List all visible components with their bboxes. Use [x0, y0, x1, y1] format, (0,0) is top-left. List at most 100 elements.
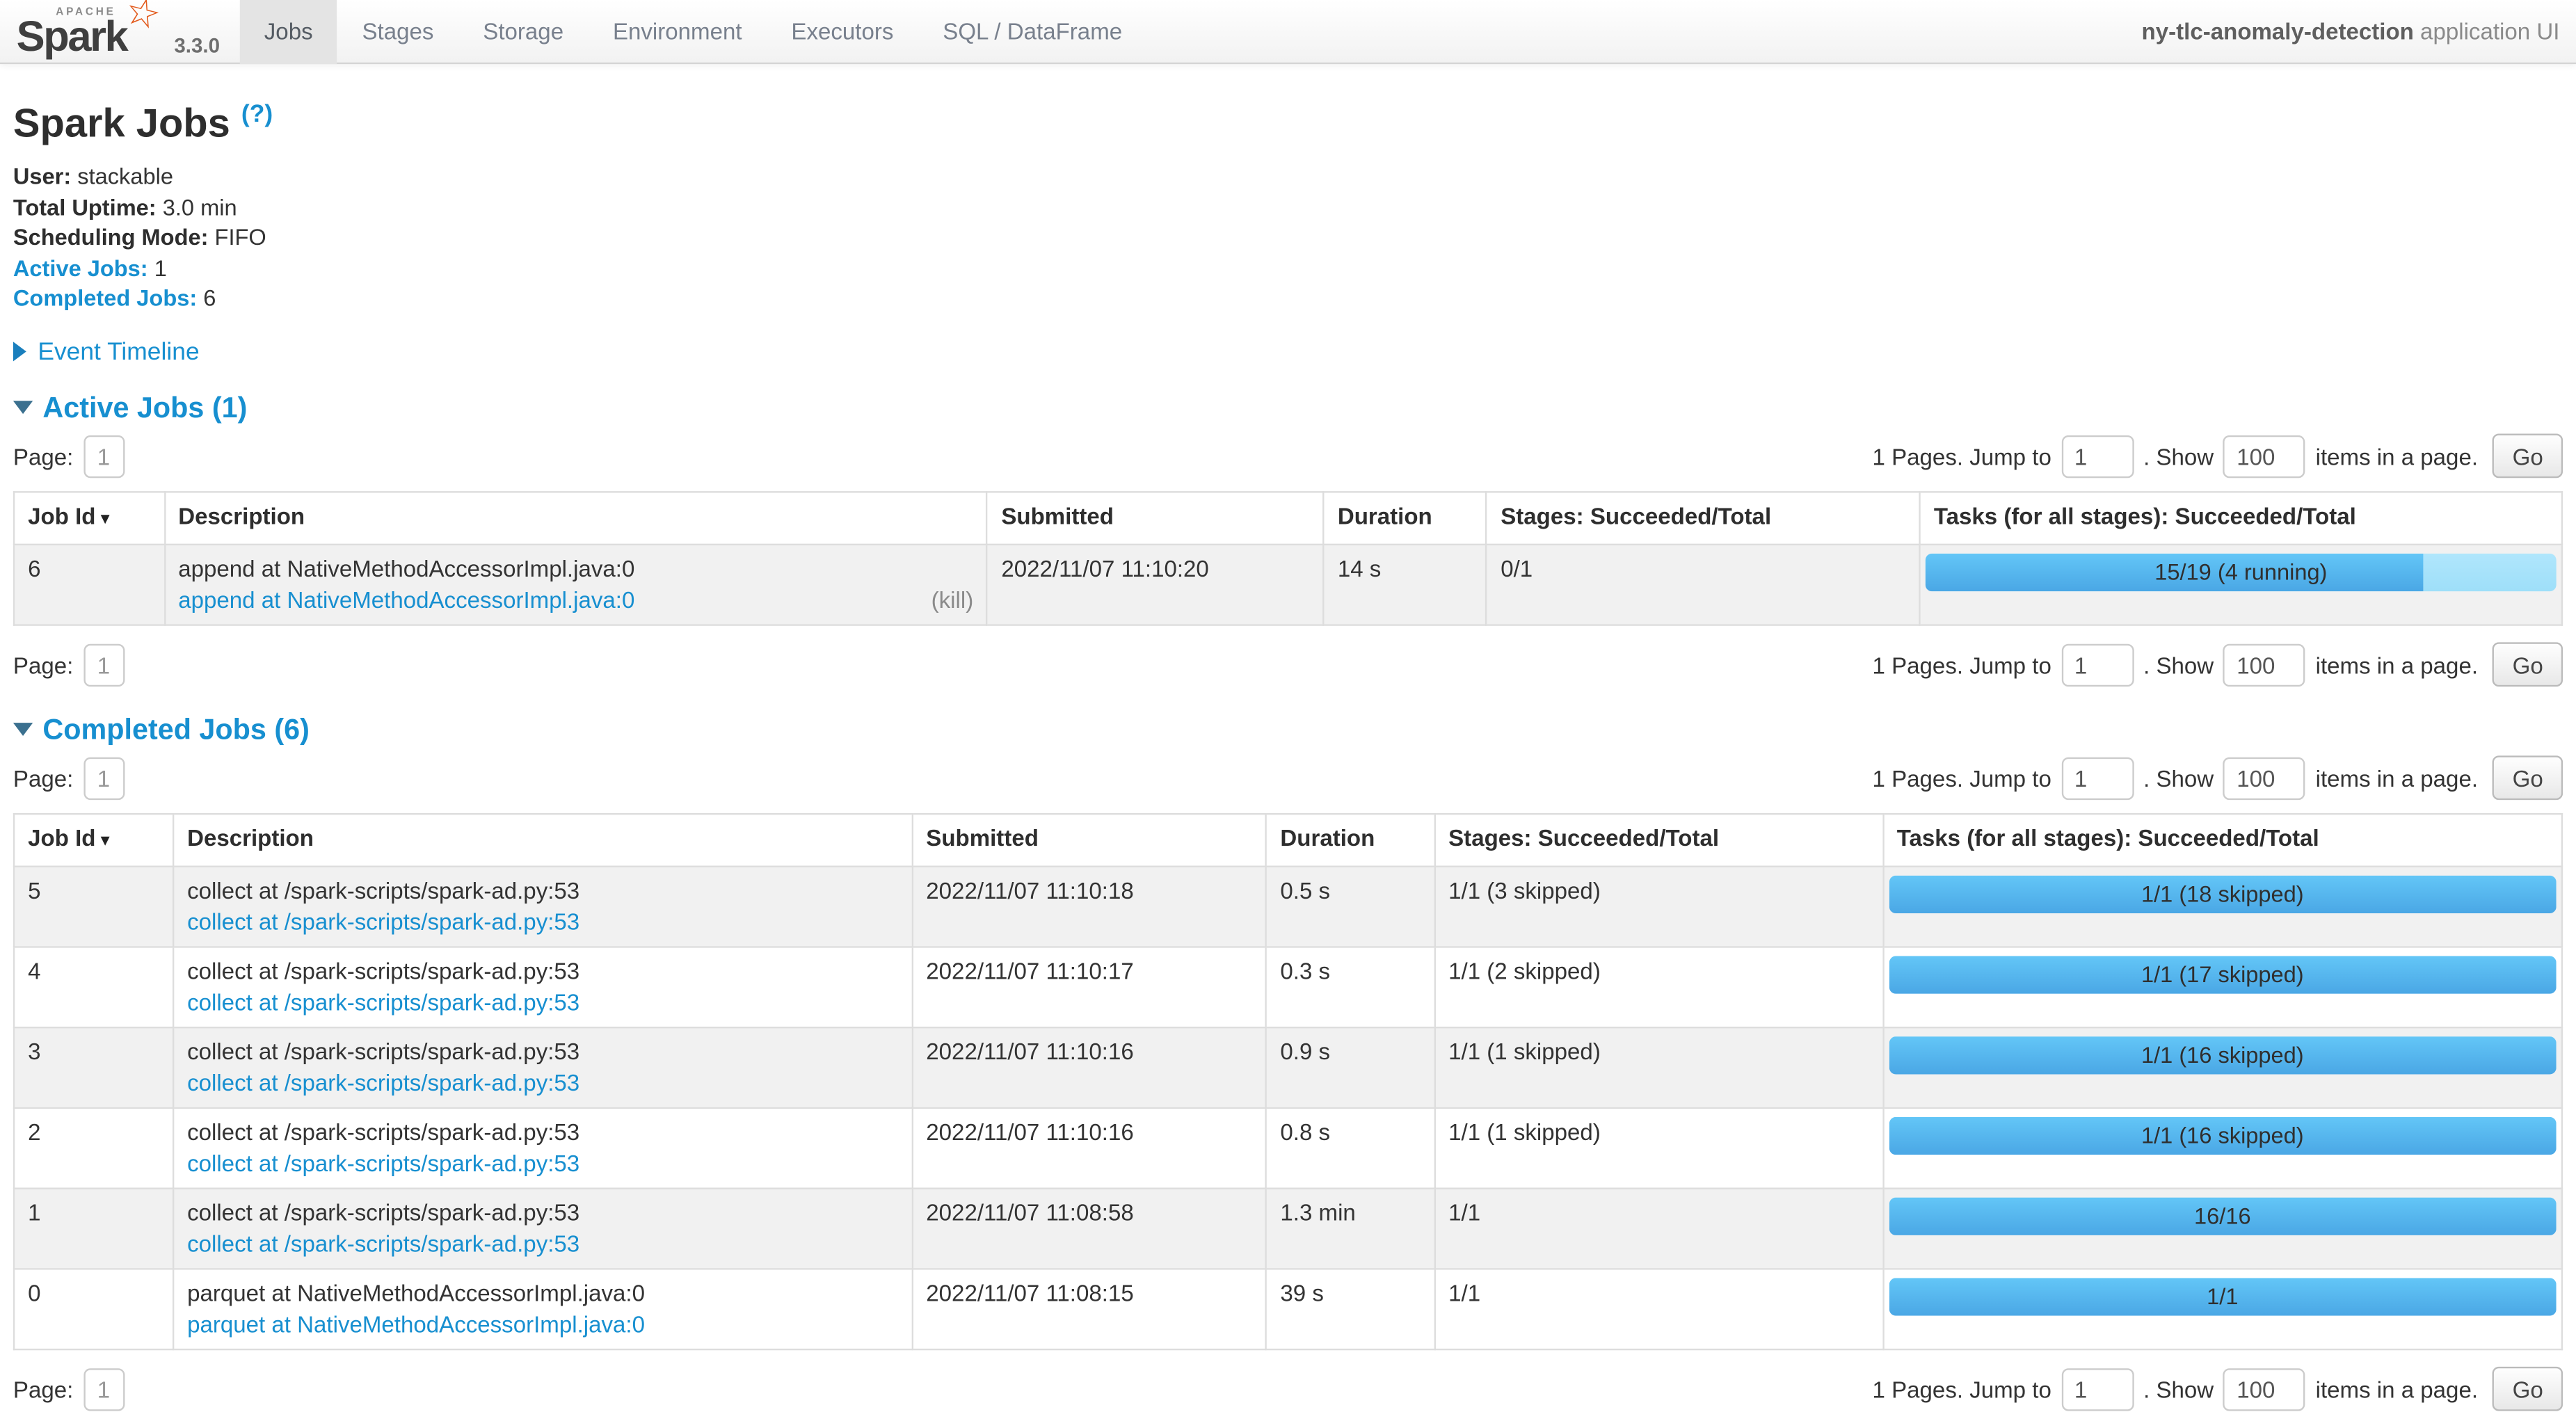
duration-cell: 1.3 min	[1266, 1188, 1434, 1269]
stages-cell: 1/1	[1434, 1188, 1883, 1269]
column-header-job-id[interactable]: Job Id▾	[14, 813, 173, 866]
active-jobs-table: Job Id▾ Description Submitted Duration S…	[13, 490, 2563, 625]
column-header-duration[interactable]: Duration	[1324, 491, 1487, 544]
completed-job-row: 1 collect at /spark-scripts/spark-ad.py:…	[14, 1188, 2562, 1269]
submitted-cell: 2022/11/07 11:08:58	[912, 1188, 1266, 1269]
collapse-down-arrow-icon	[13, 722, 33, 735]
column-header-duration[interactable]: Duration	[1266, 813, 1434, 866]
active-jobs-link[interactable]: Active Jobs:	[13, 256, 148, 280]
sort-descending-icon: ▾	[101, 831, 110, 850]
job-id-cell: 2	[14, 1107, 173, 1188]
active-jobs-heading[interactable]: Active Jobs (1)	[13, 390, 2563, 425]
completed-job-row: 3 collect at /spark-scripts/spark-ad.py:…	[14, 1027, 2562, 1107]
tasks-progress-bar: 1/1 (16 skipped)	[1889, 1036, 2557, 1073]
stages-cell: 1/1 (2 skipped)	[1434, 947, 1883, 1027]
page-label: Page:	[13, 765, 73, 792]
page-title: Spark Jobs (?)	[13, 94, 2563, 148]
page-number-input[interactable]	[83, 1367, 124, 1410]
column-header-stages[interactable]: Stages: Succeeded/Total	[1487, 491, 1920, 544]
spark-version: 3.3.0	[174, 35, 220, 58]
spark-wordmark: Spark	[17, 12, 127, 63]
column-header-stages[interactable]: Stages: Succeeded/Total	[1434, 813, 1883, 866]
column-header-job-id[interactable]: Job Id▾	[14, 491, 164, 544]
jump-to-page-input[interactable]	[2061, 1367, 2134, 1410]
go-button[interactable]: Go	[2493, 434, 2563, 479]
stages-cell: 1/1 (3 skipped)	[1434, 866, 1883, 947]
jump-to-page-input[interactable]	[2061, 435, 2134, 477]
tasks-cell: 15/19 (4 running)	[1920, 544, 2562, 625]
spark-ui-page: APACHE Spark ☆ 3.3.0 Jobs Stages Storage…	[0, 0, 2576, 1349]
jump-to-page-input[interactable]	[2061, 757, 2134, 799]
page-label: Page:	[13, 443, 73, 470]
pagination-completed-top: Page: 1 Pages. Jump to . Show items in a…	[13, 755, 2563, 801]
column-header-description[interactable]: Description	[173, 813, 912, 866]
tasks-progress-bar: 1/1 (16 skipped)	[1889, 1116, 2557, 1154]
application-title-suffix: application UI	[2414, 18, 2560, 45]
page-number-input[interactable]	[83, 643, 124, 686]
tab-environment[interactable]: Environment	[589, 0, 767, 64]
description-cell: collect at /spark-scripts/spark-ad.py:53…	[173, 866, 912, 947]
column-header-tasks[interactable]: Tasks (for all stages): Succeeded/Total	[1920, 491, 2562, 544]
job-detail-link[interactable]: collect at /spark-scripts/spark-ad.py:53	[187, 1067, 579, 1098]
column-header-submitted[interactable]: Submitted	[912, 813, 1266, 866]
job-id-cell: 1	[14, 1188, 173, 1269]
tab-jobs[interactable]: Jobs	[239, 0, 337, 64]
job-detail-link[interactable]: collect at /spark-scripts/spark-ad.py:53	[187, 1148, 579, 1179]
page-number-input[interactable]	[83, 435, 124, 477]
job-id-cell: 0	[14, 1269, 173, 1349]
job-detail-link[interactable]: collect at /spark-scripts/spark-ad.py:53	[187, 1228, 579, 1260]
items-per-page-input[interactable]	[2223, 757, 2305, 799]
go-button[interactable]: Go	[2493, 1367, 2563, 1411]
items-per-page-input[interactable]	[2223, 1367, 2305, 1410]
jump-to-page-input[interactable]	[2061, 643, 2134, 686]
pages-count-text: 1 Pages. Jump to	[1873, 652, 2051, 678]
duration-cell: 39 s	[1266, 1269, 1434, 1349]
page-number-input[interactable]	[83, 757, 124, 799]
job-detail-link[interactable]: collect at /spark-scripts/spark-ad.py:53	[187, 987, 579, 1018]
tasks-progress-bar: 16/16	[1889, 1197, 2557, 1235]
summary-active-jobs: Active Jobs: 1	[13, 254, 2563, 284]
tab-executors[interactable]: Executors	[767, 0, 918, 64]
items-per-page-input[interactable]	[2223, 435, 2305, 477]
summary-uptime: Total Uptime: 3.0 min	[13, 193, 2563, 224]
completed-job-row: 2 collect at /spark-scripts/spark-ad.py:…	[14, 1107, 2562, 1188]
tasks-progress-bar: 15/19 (4 running)	[1926, 553, 2557, 591]
go-button[interactable]: Go	[2493, 643, 2563, 687]
tab-storage[interactable]: Storage	[458, 0, 589, 64]
pagination-completed-bottom: Page: 1 Pages. Jump to . Show items in a…	[13, 1366, 2563, 1412]
completed-jobs-table: Job Id▾ Description Submitted Duration S…	[13, 812, 2563, 1349]
items-text: items in a page.	[2316, 765, 2478, 792]
completed-jobs-link[interactable]: Completed Jobs:	[13, 286, 197, 310]
event-timeline-toggle[interactable]: Event Timeline	[13, 338, 2563, 366]
job-detail-link[interactable]: append at NativeMethodAccessorImpl.java:…	[178, 584, 634, 616]
collapse-right-arrow-icon	[13, 341, 26, 360]
stages-cell: 1/1	[1434, 1269, 1883, 1349]
tab-sql-dataframe[interactable]: SQL / DataFrame	[918, 0, 1147, 64]
tasks-cell: 16/16	[1883, 1188, 2562, 1269]
completed-jobs-heading[interactable]: Completed Jobs (6)	[13, 712, 2563, 747]
page-label: Page:	[13, 1376, 73, 1402]
go-button[interactable]: Go	[2493, 756, 2563, 801]
tasks-cell: 1/1 (16 skipped)	[1883, 1107, 2562, 1188]
tasks-progress-bar: 1/1 (18 skipped)	[1889, 875, 2557, 913]
duration-cell: 0.3 s	[1266, 947, 1434, 1027]
spark-star-icon: ☆	[122, 0, 166, 38]
help-link[interactable]: (?)	[241, 100, 273, 128]
description-cell: collect at /spark-scripts/spark-ad.py:53…	[173, 947, 912, 1027]
submitted-cell: 2022/11/07 11:10:18	[912, 866, 1266, 947]
items-per-page-input[interactable]	[2223, 643, 2305, 686]
column-header-tasks[interactable]: Tasks (for all stages): Succeeded/Total	[1883, 813, 2562, 866]
duration-cell: 0.9 s	[1266, 1027, 1434, 1107]
submitted-cell: 2022/11/07 11:08:15	[912, 1269, 1266, 1349]
pages-count-text: 1 Pages. Jump to	[1873, 1376, 2051, 1402]
job-detail-link[interactable]: collect at /spark-scripts/spark-ad.py:53	[187, 906, 579, 938]
summary-completed-jobs: Completed Jobs: 6	[13, 284, 2563, 315]
tab-stages[interactable]: Stages	[337, 0, 458, 64]
column-header-description[interactable]: Description	[164, 491, 987, 544]
submitted-cell: 2022/11/07 11:10:16	[912, 1107, 1266, 1188]
description-cell: collect at /spark-scripts/spark-ad.py:53…	[173, 1027, 912, 1107]
kill-link[interactable]: (kill)	[931, 584, 974, 616]
column-header-submitted[interactable]: Submitted	[987, 491, 1323, 544]
job-detail-link[interactable]: parquet at NativeMethodAccessorImpl.java…	[187, 1308, 645, 1340]
spark-logo[interactable]: APACHE Spark ☆	[13, 0, 171, 63]
